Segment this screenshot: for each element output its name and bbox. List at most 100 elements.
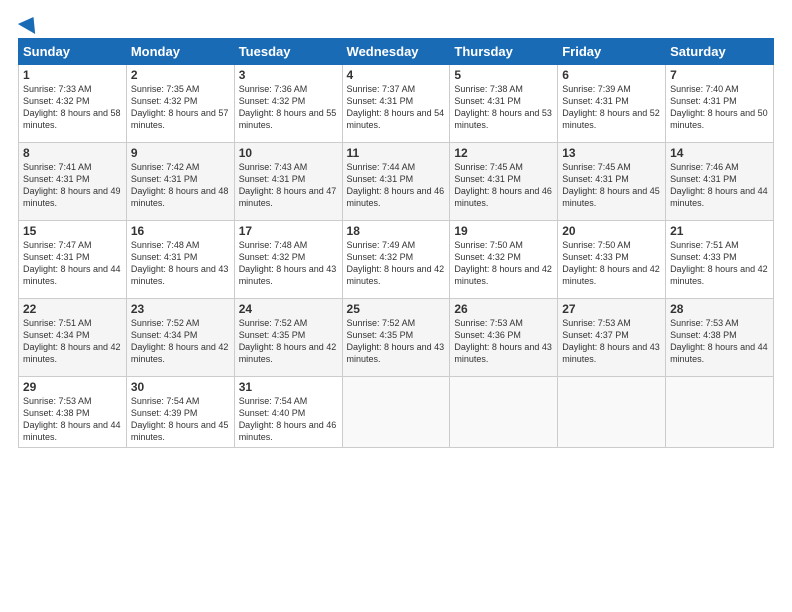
day-info: Sunrise: 7:51 AM Sunset: 4:34 PM Dayligh… — [23, 317, 122, 366]
calendar-table: SundayMondayTuesdayWednesdayThursdayFrid… — [18, 38, 774, 448]
daylight-label: Daylight: 8 hours and 44 minutes. — [670, 186, 768, 208]
sunset-label: Sunset: 4:33 PM — [562, 252, 629, 262]
sunset-label: Sunset: 4:35 PM — [239, 330, 306, 340]
sunrise-label: Sunrise: 7:44 AM — [347, 162, 416, 172]
sunrise-label: Sunrise: 7:43 AM — [239, 162, 308, 172]
sunrise-label: Sunrise: 7:53 AM — [562, 318, 631, 328]
daylight-label: Daylight: 8 hours and 42 minutes. — [23, 342, 121, 364]
day-number: 6 — [562, 68, 661, 82]
calendar-day-cell: 16 Sunrise: 7:48 AM Sunset: 4:31 PM Dayl… — [126, 221, 234, 299]
day-info: Sunrise: 7:54 AM Sunset: 4:39 PM Dayligh… — [131, 395, 230, 444]
sunrise-label: Sunrise: 7:49 AM — [347, 240, 416, 250]
sunrise-label: Sunrise: 7:52 AM — [131, 318, 200, 328]
sunrise-label: Sunrise: 7:53 AM — [454, 318, 523, 328]
sunrise-label: Sunrise: 7:50 AM — [562, 240, 631, 250]
daylight-label: Daylight: 8 hours and 48 minutes. — [131, 186, 229, 208]
calendar-day-cell: 30 Sunrise: 7:54 AM Sunset: 4:39 PM Dayl… — [126, 377, 234, 448]
sunset-label: Sunset: 4:31 PM — [454, 174, 521, 184]
sunset-label: Sunset: 4:32 PM — [23, 96, 90, 106]
daylight-label: Daylight: 8 hours and 58 minutes. — [23, 108, 121, 130]
calendar-day-cell: 20 Sunrise: 7:50 AM Sunset: 4:33 PM Dayl… — [558, 221, 666, 299]
day-info: Sunrise: 7:46 AM Sunset: 4:31 PM Dayligh… — [670, 161, 769, 210]
sunrise-label: Sunrise: 7:45 AM — [454, 162, 523, 172]
sunrise-label: Sunrise: 7:46 AM — [670, 162, 739, 172]
calendar-day-cell: 10 Sunrise: 7:43 AM Sunset: 4:31 PM Dayl… — [234, 143, 342, 221]
daylight-label: Daylight: 8 hours and 45 minutes. — [131, 420, 229, 442]
day-info: Sunrise: 7:36 AM Sunset: 4:32 PM Dayligh… — [239, 83, 338, 132]
day-number: 2 — [131, 68, 230, 82]
sunset-label: Sunset: 4:31 PM — [670, 174, 737, 184]
calendar-day-cell: 27 Sunrise: 7:53 AM Sunset: 4:37 PM Dayl… — [558, 299, 666, 377]
sunset-label: Sunset: 4:32 PM — [131, 96, 198, 106]
daylight-label: Daylight: 8 hours and 50 minutes. — [670, 108, 768, 130]
sunset-label: Sunset: 4:39 PM — [131, 408, 198, 418]
daylight-label: Daylight: 8 hours and 52 minutes. — [562, 108, 660, 130]
sunset-label: Sunset: 4:36 PM — [454, 330, 521, 340]
weekday-header: Friday — [558, 39, 666, 65]
calendar-day-cell: 13 Sunrise: 7:45 AM Sunset: 4:31 PM Dayl… — [558, 143, 666, 221]
daylight-label: Daylight: 8 hours and 43 minutes. — [562, 342, 660, 364]
calendar-day-cell: 4 Sunrise: 7:37 AM Sunset: 4:31 PM Dayli… — [342, 65, 450, 143]
header — [18, 16, 774, 30]
sunset-label: Sunset: 4:37 PM — [562, 330, 629, 340]
calendar-day-cell: 9 Sunrise: 7:42 AM Sunset: 4:31 PM Dayli… — [126, 143, 234, 221]
day-number: 22 — [23, 302, 122, 316]
daylight-label: Daylight: 8 hours and 46 minutes. — [347, 186, 445, 208]
day-info: Sunrise: 7:48 AM Sunset: 4:32 PM Dayligh… — [239, 239, 338, 288]
sunrise-label: Sunrise: 7:54 AM — [131, 396, 200, 406]
day-number: 30 — [131, 380, 230, 394]
sunrise-label: Sunrise: 7:36 AM — [239, 84, 308, 94]
daylight-label: Daylight: 8 hours and 49 minutes. — [23, 186, 121, 208]
sunset-label: Sunset: 4:31 PM — [562, 174, 629, 184]
day-info: Sunrise: 7:35 AM Sunset: 4:32 PM Dayligh… — [131, 83, 230, 132]
calendar-day-cell: 12 Sunrise: 7:45 AM Sunset: 4:31 PM Dayl… — [450, 143, 558, 221]
day-info: Sunrise: 7:39 AM Sunset: 4:31 PM Dayligh… — [562, 83, 661, 132]
day-info: Sunrise: 7:48 AM Sunset: 4:31 PM Dayligh… — [131, 239, 230, 288]
weekday-header: Sunday — [19, 39, 127, 65]
day-info: Sunrise: 7:53 AM Sunset: 4:37 PM Dayligh… — [562, 317, 661, 366]
calendar-day-cell: 18 Sunrise: 7:49 AM Sunset: 4:32 PM Dayl… — [342, 221, 450, 299]
weekday-header: Wednesday — [342, 39, 450, 65]
sunset-label: Sunset: 4:31 PM — [131, 174, 198, 184]
day-info: Sunrise: 7:41 AM Sunset: 4:31 PM Dayligh… — [23, 161, 122, 210]
day-number: 12 — [454, 146, 553, 160]
day-number: 27 — [562, 302, 661, 316]
day-number: 28 — [670, 302, 769, 316]
calendar-day-cell: 8 Sunrise: 7:41 AM Sunset: 4:31 PM Dayli… — [19, 143, 127, 221]
daylight-label: Daylight: 8 hours and 44 minutes. — [23, 420, 121, 442]
day-number: 9 — [131, 146, 230, 160]
daylight-label: Daylight: 8 hours and 42 minutes. — [131, 342, 229, 364]
day-number: 7 — [670, 68, 769, 82]
day-number: 5 — [454, 68, 553, 82]
calendar-day-cell: 21 Sunrise: 7:51 AM Sunset: 4:33 PM Dayl… — [666, 221, 774, 299]
day-info: Sunrise: 7:52 AM Sunset: 4:35 PM Dayligh… — [239, 317, 338, 366]
sunset-label: Sunset: 4:32 PM — [347, 252, 414, 262]
sunset-label: Sunset: 4:31 PM — [23, 252, 90, 262]
sunrise-label: Sunrise: 7:48 AM — [131, 240, 200, 250]
day-info: Sunrise: 7:33 AM Sunset: 4:32 PM Dayligh… — [23, 83, 122, 132]
day-info: Sunrise: 7:44 AM Sunset: 4:31 PM Dayligh… — [347, 161, 446, 210]
sunset-label: Sunset: 4:35 PM — [347, 330, 414, 340]
daylight-label: Daylight: 8 hours and 43 minutes. — [347, 342, 445, 364]
day-number: 15 — [23, 224, 122, 238]
sunset-label: Sunset: 4:32 PM — [454, 252, 521, 262]
sunset-label: Sunset: 4:32 PM — [239, 96, 306, 106]
sunrise-label: Sunrise: 7:47 AM — [23, 240, 92, 250]
day-number: 24 — [239, 302, 338, 316]
calendar-day-cell: 7 Sunrise: 7:40 AM Sunset: 4:31 PM Dayli… — [666, 65, 774, 143]
sunrise-label: Sunrise: 7:42 AM — [131, 162, 200, 172]
sunrise-label: Sunrise: 7:48 AM — [239, 240, 308, 250]
sunrise-label: Sunrise: 7:53 AM — [670, 318, 739, 328]
calendar-day-cell: 31 Sunrise: 7:54 AM Sunset: 4:40 PM Dayl… — [234, 377, 342, 448]
day-number: 16 — [131, 224, 230, 238]
calendar-day-cell: 25 Sunrise: 7:52 AM Sunset: 4:35 PM Dayl… — [342, 299, 450, 377]
day-number: 18 — [347, 224, 446, 238]
sunrise-label: Sunrise: 7:35 AM — [131, 84, 200, 94]
day-number: 1 — [23, 68, 122, 82]
calendar-day-cell: 19 Sunrise: 7:50 AM Sunset: 4:32 PM Dayl… — [450, 221, 558, 299]
calendar-day-cell: 14 Sunrise: 7:46 AM Sunset: 4:31 PM Dayl… — [666, 143, 774, 221]
daylight-label: Daylight: 8 hours and 46 minutes. — [239, 420, 337, 442]
calendar-day-cell: 6 Sunrise: 7:39 AM Sunset: 4:31 PM Dayli… — [558, 65, 666, 143]
day-info: Sunrise: 7:50 AM Sunset: 4:33 PM Dayligh… — [562, 239, 661, 288]
day-number: 20 — [562, 224, 661, 238]
